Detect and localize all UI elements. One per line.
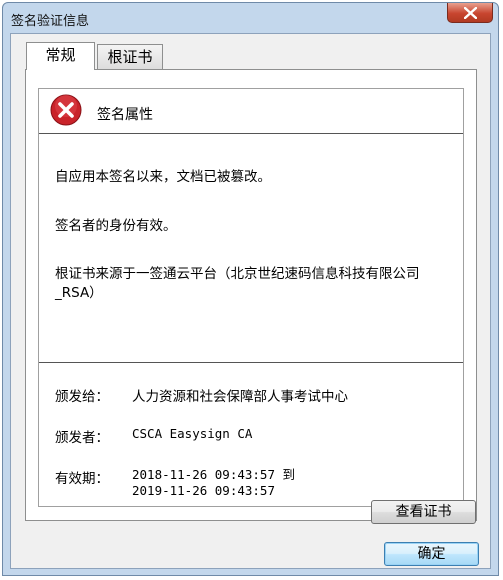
issuer-label: 颁发者： [55, 430, 109, 446]
tab-root-certificate-label: 根证书 [107, 48, 153, 66]
valid-to: 2019-11-26 09:43:57 [132, 483, 275, 498]
root-certificate-message: 根证书来源于一签通云平台（北京世纪速码信息科技有限公司_RSA） [55, 266, 420, 301]
issuer-value: CSCA Easysign CA [132, 426, 253, 441]
signature-info-box: 签名属性 自应用本签名以来，文档已被篡改。 签名者的身份有效。 根证书来源于一签… [38, 88, 464, 507]
tab-panel: 签名属性 自应用本签名以来，文档已被篡改。 签名者的身份有效。 根证书来源于一签… [25, 69, 477, 521]
validity-value: 2018-11-26 09:43:57 到 2019-11-26 09:43:5… [132, 467, 295, 499]
view-certificate-button[interactable]: 查看证书 [371, 500, 476, 524]
ok-button[interactable]: 确定 [384, 542, 479, 566]
signature-properties-heading: 签名属性 [97, 107, 153, 123]
dialog-client-area: 常规 根证书 签名属性 自应用本签名以来，文档已被篡改。 签名者的身份有效。 根… [10, 33, 491, 569]
error-icon [50, 94, 82, 126]
tab-general-label: 常规 [45, 46, 76, 64]
tab-root-certificate[interactable]: 根证书 [97, 44, 163, 70]
dialog-window: 签名验证信息 常规 根证书 签名属性 自应用本签名以来，文档已被篡改。 签名者的… [2, 2, 499, 576]
title-bar[interactable]: 签名验证信息 [3, 3, 498, 33]
validity-label: 有效期： [55, 471, 109, 487]
issued-to-label: 颁发给： [55, 389, 109, 405]
signer-identity-message: 签名者的身份有效。 [55, 218, 177, 234]
issued-to-value: 人力资源和社会保障部人事考试中心 [132, 389, 348, 405]
document-modified-message: 自应用本签名以来，文档已被篡改。 [55, 169, 271, 185]
close-button[interactable] [447, 3, 493, 23]
divider [39, 362, 463, 363]
window-title: 签名验证信息 [11, 14, 90, 29]
divider [39, 133, 463, 134]
valid-from: 2018-11-26 09:43:57 到 [132, 467, 296, 482]
tab-general[interactable]: 常规 [26, 42, 95, 70]
close-icon [464, 7, 477, 19]
